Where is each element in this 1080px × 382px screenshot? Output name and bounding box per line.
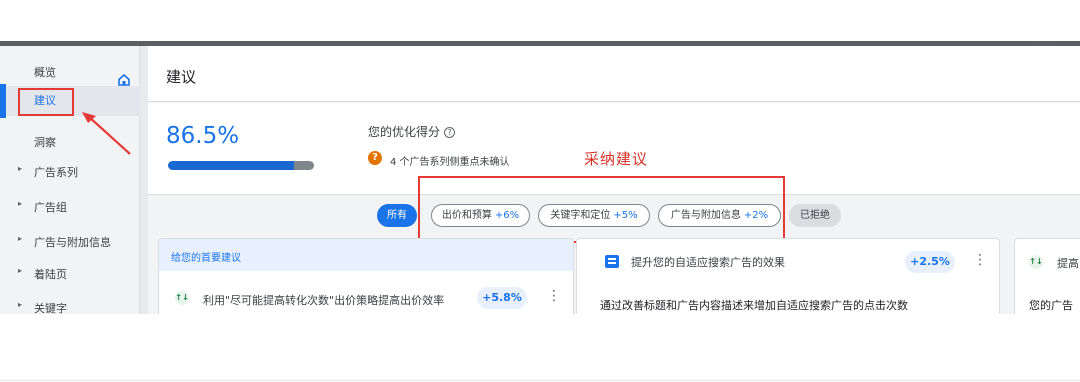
sidebar-item-label: 着陆页 (34, 268, 67, 281)
sidebar-item-label: 洞察 (34, 136, 56, 149)
sidebar-item-label: 广告与附加信息 (34, 236, 111, 249)
sidebar-item-insights[interactable]: 洞察 (0, 126, 140, 156)
recommendation-text[interactable]: 利用"尽可能提高转化次数"出价策略提高出价效率 (203, 292, 444, 308)
campaign-warning-text[interactable]: 4 个广告系列侧重点未确认 (390, 153, 510, 168)
sidebar-item-ads-extensions[interactable]: ▸ 广告与附加信息 (0, 226, 140, 256)
sidebar-item-label: 关键字 (34, 302, 67, 314)
chevron-right-icon: ▸ (18, 199, 23, 208)
chevron-right-icon: ▸ (18, 234, 23, 243)
page-title: 建议 (166, 68, 197, 86)
chevron-right-icon: ▸ (18, 266, 23, 275)
sidebar-item-ad-groups[interactable]: ▸ 广告组 (0, 191, 140, 221)
more-options-icon[interactable]: ⋮ (547, 289, 561, 303)
main-content: 建议 86.5% 您的优化得分? ? 4 个广告系列侧重点未确认 采纳建议 所有 (148, 46, 1080, 314)
annotation-label: 采纳建议 (584, 150, 649, 168)
bottom-divider (0, 380, 1080, 381)
sidebar-item-label: 广告组 (34, 201, 67, 214)
ad-icon (605, 255, 619, 268)
card-description: 您的广告 (1029, 299, 1073, 312)
help-icon[interactable]: ? (444, 127, 456, 138)
score-uplift-badge: +5.8% (477, 287, 527, 309)
next-recommendation-card: ↑↓ 提高 您的广告 (1014, 238, 1080, 314)
highlight-box-recommendations (18, 88, 74, 116)
top-recommendation-card: 给您的首要建议 ↑↓ 利用"尽可能提高转化次数"出价策略提高出价效率 +5.8%… (158, 238, 574, 314)
chip-label: 所有 (387, 210, 407, 221)
responsive-search-ads-card: 提升您的自适应搜索广告的效果 +2.5% ⋮ 通过改善标题和广告内容描述来增加自… (576, 238, 1000, 314)
score-progress-fill (168, 161, 295, 170)
home-icon (118, 74, 130, 86)
chevron-right-icon: ▸ (18, 164, 23, 173)
ads-app: 概览 建议 洞察 ▸ 广告系列 ▸ 广告组 ▸ 广告与附加信息 ▸ 着陆页 ▸ … (0, 46, 1080, 314)
score-progress-bar (168, 161, 314, 170)
filter-chip-dismissed[interactable]: 已拒绝 (789, 204, 841, 227)
card-title: 提升您的自适应搜索广告的效果 (631, 256, 785, 269)
sidebar-item-label: 概览 (34, 66, 56, 79)
card-header: 给您的首要建议 (159, 239, 573, 271)
score-label: 您的优化得分 (368, 125, 441, 139)
sidebar-item-label: 广告系列 (34, 166, 78, 179)
more-options-icon[interactable]: ⋮ (973, 253, 987, 267)
score-uplift-badge: +2.5% (905, 251, 955, 273)
trend-up-icon: ↑↓ (1029, 255, 1043, 269)
card-header-text: 给您的首要建议 (171, 253, 241, 264)
filter-chip-all[interactable]: 所有 (377, 204, 417, 227)
screenshot-frame: 设置 概览 建议 洞察 ▸ (0, 0, 1080, 382)
sidebar-item-landing-pages[interactable]: ▸ 着陆页 (0, 258, 140, 288)
trend-up-icon: ↑↓ (175, 291, 189, 305)
filter-chips: 所有 出价和预算 +6% 关键字和定位 +5% 广告与附加信息 +2% 已拒绝 (148, 176, 1080, 243)
card-description: 通过改善标题和广告内容描述来增加自适应搜索广告的点击次数 (600, 299, 908, 312)
highlight-box-filters (418, 176, 785, 243)
card-title: 提高 (1057, 257, 1079, 270)
sidebar: 概览 建议 洞察 ▸ 广告系列 ▸ 广告组 ▸ 广告与附加信息 ▸ 着陆页 ▸ … (0, 46, 140, 314)
sidebar-item-overview[interactable]: 概览 (0, 56, 140, 86)
chip-label: 已拒绝 (800, 210, 830, 221)
page-header: 建议 (148, 46, 1080, 102)
score-label-row: 您的优化得分? (368, 123, 456, 140)
sidebar-item-keywords[interactable]: ▸ 关键字 (0, 292, 140, 314)
warning-icon: ? (368, 151, 382, 165)
active-indicator (0, 84, 6, 118)
sidebar-item-campaigns[interactable]: ▸ 广告系列 (0, 156, 140, 186)
optimization-score-value: 86.5% (166, 123, 240, 149)
chevron-right-icon: ▸ (18, 300, 23, 309)
